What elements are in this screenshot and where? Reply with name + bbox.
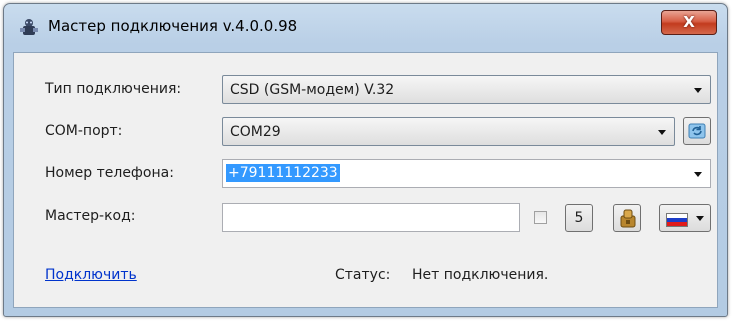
number-button-label: 5 (574, 210, 584, 226)
connect-link[interactable]: Подключить (45, 267, 137, 283)
com-port-label: COM-порт: (45, 123, 123, 139)
com-port-value: COM29 (230, 124, 281, 140)
refresh-icon (688, 122, 706, 144)
form-panel: Тип подключения: CSD (GSM-модем) V.32 CO… (13, 52, 718, 308)
russian-flag-icon (666, 213, 688, 227)
language-select[interactable] (659, 204, 711, 232)
refresh-ports-button[interactable] (683, 117, 711, 145)
chevron-down-icon (696, 216, 704, 221)
phone-value: +79111112233 (226, 164, 340, 182)
chevron-down-icon[interactable] (694, 172, 702, 177)
title-bar[interactable]: Мастер подключения v.4.0.0.98 X (4, 4, 727, 48)
window-title: Мастер подключения v.4.0.0.98 (48, 17, 298, 35)
connection-type-select[interactable]: CSD (GSM-модем) V.32 (222, 75, 711, 104)
keys-button[interactable] (613, 204, 641, 232)
chevron-down-icon (694, 88, 702, 93)
phone-label: Номер телефона: (45, 165, 174, 181)
connection-wizard-window: Мастер подключения v.4.0.0.98 X Тип подк… (3, 3, 728, 317)
master-code-input[interactable] (222, 203, 520, 232)
number-button[interactable]: 5 (565, 204, 593, 232)
status-label: Статус: (335, 267, 391, 283)
keys-icon (618, 207, 638, 233)
com-port-select[interactable]: COM29 (222, 117, 675, 146)
connection-type-value: CSD (GSM-модем) V.32 (230, 82, 395, 98)
close-button[interactable]: X (661, 10, 717, 35)
connection-type-label: Тип подключения: (45, 81, 182, 97)
phone-combo-input[interactable]: +79111112233 (222, 159, 711, 188)
show-code-checkbox[interactable] (534, 211, 547, 224)
chevron-down-icon (658, 130, 666, 135)
app-icon (18, 16, 40, 38)
master-code-label: Мастер-код: (45, 208, 136, 224)
status-value: Нет подключения. (412, 267, 549, 283)
